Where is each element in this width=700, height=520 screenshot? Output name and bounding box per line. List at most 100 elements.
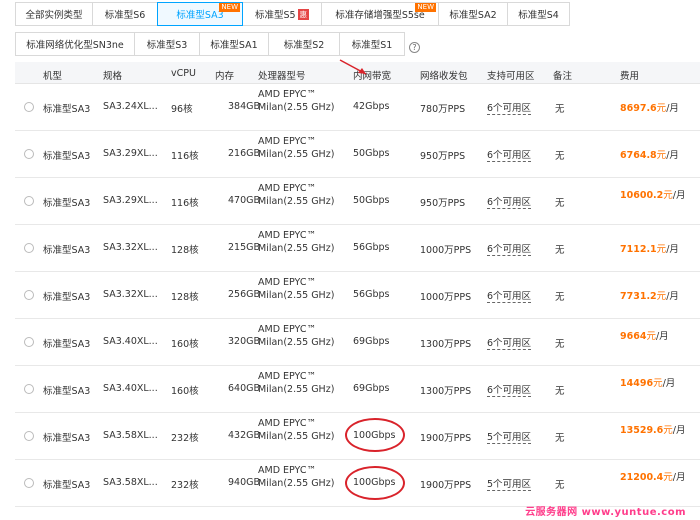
tab-1[interactable]: 标准型S6: [92, 2, 158, 26]
cell-vcpu: 160核: [171, 386, 199, 397]
price-unit: 元: [656, 103, 667, 114]
select-radio[interactable]: [24, 149, 34, 159]
cell-mem: 320GB: [228, 336, 261, 347]
cell-zone-link[interactable]: 5个可用区: [487, 432, 532, 444]
cell-mem: 640GB: [228, 383, 261, 394]
tab-row2-2[interactable]: 标准型SA1: [199, 32, 269, 56]
tab-5[interactable]: 标准型SA2: [438, 2, 508, 26]
select-radio[interactable]: [24, 290, 34, 300]
select-radio[interactable]: [24, 196, 34, 206]
table-row[interactable]: 标准型SA3 SA3.24XL... 96核 384GB AMD EPYC™ Milan…: [15, 84, 700, 131]
tab-label: 标准型S6: [104, 10, 146, 21]
table-row[interactable]: 标准型SA3 SA3.40XL... 160核 640GB AMD EPYC™ Mila…: [15, 366, 700, 413]
cell-zone-link[interactable]: 6个可用区: [487, 150, 532, 162]
cell-vcpu: 96核: [171, 104, 193, 115]
cell-spec: SA3.29XL...: [103, 148, 158, 159]
select-radio[interactable]: [24, 102, 34, 112]
tab-4[interactable]: 标准存储增强型S5se NEW: [321, 2, 439, 26]
table-row[interactable]: 标准型SA3 SA3.32XL... 128核 215GB AMD EPYC™ Mila…: [15, 225, 700, 272]
price-unit: 元: [656, 150, 667, 161]
col-cpu: 处理器型号: [258, 71, 306, 82]
tab-label: 标准型SA3: [176, 10, 224, 21]
select-radio[interactable]: [24, 478, 34, 488]
tab-label: 标准型S3: [146, 40, 188, 51]
cell-type: 标准型SA3: [43, 104, 91, 115]
table-row[interactable]: 标准型SA3 SA3.32XL... 128核 256GB AMD EPYC™ Mila…: [15, 272, 700, 319]
cell-mem: 216GB: [228, 148, 261, 159]
annotation-oval-2: [345, 466, 405, 500]
table-row[interactable]: 标准型SA3 SA3.40XL... 160核 320GB AMD EPYC™ Mila…: [15, 319, 700, 366]
tab-3[interactable]: 标准型S5 惠: [242, 2, 322, 26]
cell-zone-link[interactable]: 6个可用区: [487, 291, 532, 303]
tab-label: 标准网络优化型SN3ne: [26, 40, 124, 51]
cell-zone-link[interactable]: 6个可用区: [487, 103, 532, 115]
cell-pps: 1300万PPS: [420, 339, 472, 350]
price-unit: 元: [653, 378, 663, 389]
cell-cpu: AMD EPYC™ Milan(2.55 GHz): [258, 324, 335, 348]
price-unit: 元: [646, 331, 656, 342]
cell-zone-link[interactable]: 5个可用区: [487, 479, 532, 491]
tab-label: 标准型S2: [283, 40, 325, 51]
cell-price: 14496元/月: [620, 376, 695, 391]
price-period: /月: [672, 472, 686, 483]
select-radio[interactable]: [24, 243, 34, 253]
price-period: /月: [672, 425, 686, 436]
cell-spec: SA3.40XL...: [103, 383, 158, 394]
cell-spec: SA3.32XL...: [103, 242, 158, 253]
new-badge: NEW: [219, 3, 240, 12]
price-unit: 元: [663, 190, 673, 201]
tab-row2-0[interactable]: 标准网络优化型SN3ne: [15, 32, 135, 56]
cell-pps: 1900万PPS: [420, 433, 472, 444]
tab-2[interactable]: 标准型SA3 NEW: [157, 2, 243, 26]
cell-zone-link[interactable]: 6个可用区: [487, 338, 532, 350]
select-radio[interactable]: [24, 431, 34, 441]
cell-zone-link[interactable]: 6个可用区: [487, 197, 532, 209]
cell-bandwidth: 69Gbps: [353, 383, 390, 394]
cell-cpu: AMD EPYC™ Milan(2.55 GHz): [258, 277, 335, 301]
price-unit: 元: [656, 291, 667, 302]
price-value: 10600.2: [620, 190, 664, 201]
cell-pps: 950万PPS: [420, 151, 466, 162]
tab-row2-4[interactable]: 标准型S1: [339, 32, 405, 56]
tab-label: 标准存储增强型S5se: [335, 10, 425, 21]
discount-badge: 惠: [297, 8, 310, 20]
annotation-arrow: [339, 59, 367, 75]
cell-price: 7112.1元/月: [620, 242, 695, 257]
col-type: 机型: [43, 71, 63, 82]
select-radio[interactable]: [24, 337, 34, 347]
tab-row2-1[interactable]: 标准型S3: [134, 32, 200, 56]
cell-price: 13529.6元/月: [620, 423, 695, 438]
tab-6[interactable]: 标准型S4: [507, 2, 570, 26]
cell-type: 标准型SA3: [43, 386, 91, 397]
cell-pps: 1000万PPS: [420, 292, 472, 303]
cell-zone-link[interactable]: 6个可用区: [487, 385, 532, 397]
tab-0[interactable]: 全部实例类型: [15, 2, 93, 26]
table-row[interactable]: 标准型SA3 SA3.29XL... 116核 216GB AMD EPYC™ Mila…: [15, 131, 700, 178]
cell-pps: 780万PPS: [420, 104, 466, 115]
cell-note: 无: [555, 104, 565, 115]
table-row[interactable]: 标准型SA3 SA3.29XL... 116核 470GB AMD EPYC™ Mila…: [15, 178, 700, 225]
cell-cpu: AMD EPYC™ Milan(2.55 GHz): [258, 465, 335, 489]
cell-bandwidth: 69Gbps: [353, 336, 390, 347]
cell-cpu: AMD EPYC™ Milan(2.55 GHz): [258, 230, 335, 254]
cell-pps: 950万PPS: [420, 198, 466, 209]
cell-mem: 432GB: [228, 430, 261, 441]
help-icon[interactable]: ?: [409, 42, 420, 53]
price-period: /月: [672, 190, 686, 201]
cell-vcpu: 232核: [171, 480, 199, 491]
cell-price: 9664元/月: [620, 329, 695, 344]
cell-note: 无: [555, 433, 565, 444]
cell-type: 标准型SA3: [43, 292, 91, 303]
cell-pps: 1900万PPS: [420, 480, 472, 491]
price-period: /月: [666, 244, 679, 255]
cell-vcpu: 128核: [171, 245, 199, 256]
cell-zone-link[interactable]: 6个可用区: [487, 244, 532, 256]
cell-price: 21200.4元/月: [620, 470, 695, 485]
cell-type: 标准型SA3: [43, 339, 91, 350]
select-radio[interactable]: [24, 384, 34, 394]
price-unit: 元: [663, 425, 673, 436]
tab-row2-3[interactable]: 标准型S2: [268, 32, 340, 56]
price-value: 13529.6: [620, 425, 664, 436]
cell-mem: 256GB: [228, 289, 261, 300]
cell-note: 无: [555, 292, 565, 303]
